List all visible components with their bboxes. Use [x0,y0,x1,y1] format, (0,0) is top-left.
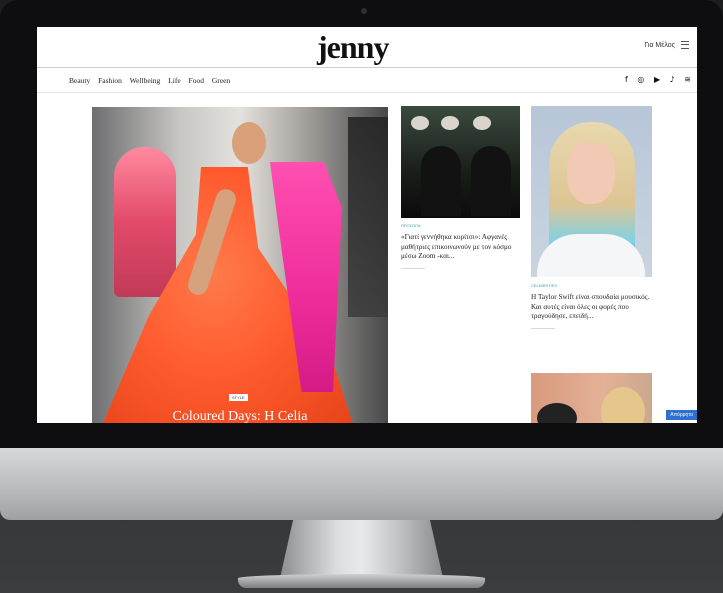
middle-article-category[interactable]: ΠΡΟΣΩΠΑ [401,223,421,228]
account-label: Για Μέλος [644,41,676,49]
middle-article-title[interactable]: «Γιατί γεννήθηκα κορίτσι»: Αφγανές μαθήτ… [401,233,523,262]
nav-item-wellbeing[interactable]: Wellbeing [130,76,161,85]
student-head [473,116,491,130]
right-article-category[interactable]: CELEBRITIES [531,283,557,288]
nav-item-beauty[interactable]: Beauty [69,76,90,85]
divider [401,268,425,269]
youtube-icon[interactable]: ▶ [654,75,660,84]
divider [531,328,555,329]
monitor-base [238,574,485,588]
next-article-image[interactable] [531,373,652,423]
portrait-face [567,142,615,204]
right-article-title[interactable]: Η Taylor Swift είναι σπουδαία μουσικός. … [531,293,656,322]
hero-image-audience [348,117,388,317]
student-head [441,116,459,130]
nav-item-fashion[interactable]: Fashion [98,76,122,85]
site-logo[interactable]: jenny [317,29,389,66]
student-figure [421,146,461,216]
camera-icon [361,8,367,14]
site-header: jenny Για Μέλος [37,27,697,68]
nav-item-food[interactable]: Food [189,76,204,85]
social-links: f ◎ ▶ ♪ ≋ [618,75,691,84]
right-article-image[interactable] [531,106,652,277]
portrait-hair-blonde [601,387,645,423]
hero-article[interactable]: STYLE Coloured Days: Η Celia [92,107,388,423]
privacy-button[interactable]: Απόρρητο [666,410,697,420]
hero-image-model-head [232,122,266,164]
account-menu[interactable]: Για Μέλος [644,41,689,49]
browser-screen: jenny Για Μέλος Beauty Fashion Wellbeing… [37,27,697,423]
hero-category-badge[interactable]: STYLE [229,394,248,401]
main-navigation: Beauty Fashion Wellbeing Life Food Green… [37,68,697,93]
rss-icon[interactable]: ≋ [684,75,691,84]
hero-title[interactable]: Coloured Days: Η Celia [92,409,388,423]
student-head [411,116,429,130]
middle-article-image[interactable] [401,106,520,218]
student-figure [471,146,511,216]
monitor-stand [280,520,443,578]
nav-item-life[interactable]: Life [168,76,181,85]
nav-item-green[interactable]: Green [212,76,230,85]
hamburger-menu-icon[interactable] [681,41,689,49]
instagram-icon[interactable]: ◎ [637,75,644,84]
hero-image-background-model [114,147,176,297]
tiktok-icon[interactable]: ♪ [670,75,675,84]
facebook-icon[interactable]: f [625,75,628,84]
monitor-chin [0,448,723,520]
portrait-hair-dark [537,403,577,423]
